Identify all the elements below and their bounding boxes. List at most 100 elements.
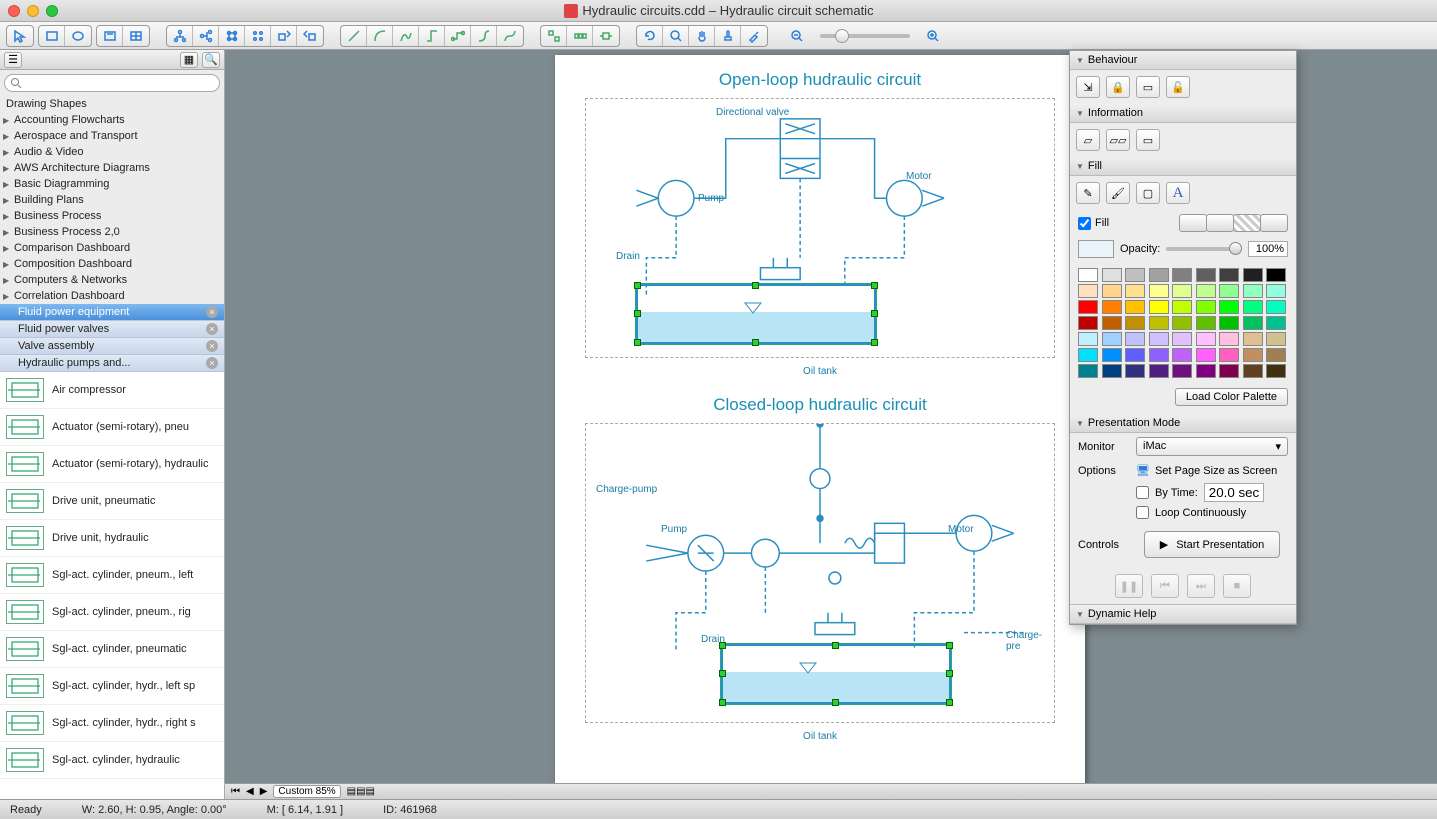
color-swatch[interactable]: [1125, 316, 1145, 330]
color-swatch[interactable]: [1196, 268, 1216, 282]
rect-tool[interactable]: [39, 26, 65, 46]
close-window-button[interactable]: [8, 5, 20, 17]
color-swatch[interactable]: [1243, 316, 1263, 330]
distribute-tool[interactable]: [567, 26, 593, 46]
text-tool[interactable]: [97, 26, 123, 46]
connector-tool[interactable]: [419, 26, 445, 46]
close-icon[interactable]: ×: [206, 340, 218, 352]
prev-slide-button[interactable]: ⏮: [1151, 574, 1179, 598]
information-section-header[interactable]: Information: [1070, 104, 1296, 123]
shape-item[interactable]: Drive unit, hydraulic: [0, 520, 224, 557]
color-swatch[interactable]: [1243, 284, 1263, 298]
round-connector-tool[interactable]: [471, 26, 497, 46]
color-swatch[interactable]: [1125, 348, 1145, 362]
color-swatch[interactable]: [1102, 316, 1122, 330]
color-swatch[interactable]: [1149, 316, 1169, 330]
pointer-tool[interactable]: [7, 26, 33, 46]
color-swatch[interactable]: [1196, 316, 1216, 330]
nav-first-icon[interactable]: ⏮: [231, 786, 240, 797]
nav-prev-icon[interactable]: ◀: [246, 786, 254, 797]
color-swatch[interactable]: [1243, 300, 1263, 314]
bezier-tool[interactable]: [497, 26, 523, 46]
pan-tool[interactable]: [689, 26, 715, 46]
monitor-select[interactable]: iMac▾: [1136, 437, 1288, 456]
shape-item[interactable]: Actuator (semi-rotary), hydraulic: [0, 446, 224, 483]
shape-item[interactable]: Sgl-act. cylinder, pneumatic: [0, 631, 224, 668]
info-page-icon[interactable]: ▱: [1076, 129, 1100, 151]
sublibrary-item[interactable]: Fluid power equipment×: [0, 304, 224, 321]
export-tool[interactable]: [297, 26, 323, 46]
color-swatch[interactable]: [1243, 348, 1263, 362]
dynamic-help-header[interactable]: Dynamic Help: [1070, 604, 1296, 624]
shadow-icon[interactable]: ▢: [1136, 182, 1160, 204]
color-swatch[interactable]: [1243, 332, 1263, 346]
color-swatch[interactable]: [1078, 332, 1098, 346]
lock-icon[interactable]: 🔒: [1106, 76, 1130, 98]
smart-connector-tool[interactable]: [445, 26, 471, 46]
spline-tool[interactable]: [393, 26, 419, 46]
arc-tool[interactable]: [367, 26, 393, 46]
tree-down-tool[interactable]: [167, 26, 193, 46]
color-swatch[interactable]: [1149, 300, 1169, 314]
library-item[interactable]: Building Plans: [0, 192, 224, 208]
insert-tool[interactable]: [271, 26, 297, 46]
color-swatch[interactable]: [1266, 284, 1286, 298]
sublibrary-item[interactable]: Hydraulic pumps and...×: [0, 355, 224, 372]
color-swatch[interactable]: [1219, 284, 1239, 298]
color-swatch[interactable]: [1149, 268, 1169, 282]
tree-view-icon[interactable]: ☰: [4, 52, 22, 68]
shape-item[interactable]: Sgl-act. cylinder, hydraulic: [0, 742, 224, 779]
stop-button[interactable]: ■: [1223, 574, 1251, 598]
grid-view-icon[interactable]: ▦: [180, 52, 198, 68]
color-swatch[interactable]: [1125, 284, 1145, 298]
color-swatch[interactable]: [1266, 316, 1286, 330]
library-item[interactable]: Comparison Dashboard: [0, 240, 224, 256]
refresh-tool[interactable]: [637, 26, 663, 46]
minimize-window-button[interactable]: [27, 5, 39, 17]
zoom-slider[interactable]: [820, 34, 910, 38]
library-item[interactable]: AWS Architecture Diagrams: [0, 160, 224, 176]
color-swatch[interactable]: [1149, 284, 1169, 298]
color-swatch[interactable]: [1125, 268, 1145, 282]
shape-item[interactable]: Actuator (semi-rotary), pneu: [0, 409, 224, 446]
zoom-out-button[interactable]: [784, 26, 810, 46]
color-swatch[interactable]: [1266, 348, 1286, 362]
library-item[interactable]: Basic Diagramming: [0, 176, 224, 192]
color-swatch[interactable]: [1172, 364, 1192, 378]
color-swatch[interactable]: [1196, 332, 1216, 346]
shape-item[interactable]: Drive unit, pneumatic: [0, 483, 224, 520]
zoom-window-button[interactable]: [46, 5, 58, 17]
close-icon[interactable]: ×: [206, 306, 218, 318]
color-swatch[interactable]: [1266, 268, 1286, 282]
loop-checkbox[interactable]: [1136, 506, 1149, 519]
library-search-input[interactable]: [4, 74, 220, 92]
library-item[interactable]: Accounting Flowcharts: [0, 112, 224, 128]
page-tabs-icon[interactable]: ▤▤▤: [347, 786, 375, 797]
zoom-tool[interactable]: [663, 26, 689, 46]
color-swatch[interactable]: [1243, 364, 1263, 378]
color-swatch[interactable]: [1196, 300, 1216, 314]
ellipse-tool[interactable]: [65, 26, 91, 46]
close-icon[interactable]: ×: [206, 323, 218, 335]
zoom-select[interactable]: Custom 85%: [273, 785, 340, 798]
color-swatch[interactable]: [1172, 268, 1192, 282]
close-icon[interactable]: ×: [206, 357, 218, 369]
library-item[interactable]: Business Process: [0, 208, 224, 224]
info-stack-icon[interactable]: ▭: [1136, 129, 1160, 151]
color-swatch[interactable]: [1078, 284, 1098, 298]
behaviour-section-header[interactable]: Behaviour: [1070, 51, 1296, 70]
color-swatch[interactable]: [1219, 332, 1239, 346]
drawing-page[interactable]: Open-loop hudraulic circuit: [555, 55, 1085, 783]
color-swatch[interactable]: [1219, 268, 1239, 282]
fill-solid-button[interactable]: [1179, 214, 1207, 232]
nav-next-icon[interactable]: ▶: [260, 786, 268, 797]
fill-checkbox[interactable]: Fill: [1078, 217, 1109, 230]
library-item[interactable]: Business Process 2,0: [0, 224, 224, 240]
color-swatch[interactable]: [1266, 364, 1286, 378]
library-item[interactable]: Computers & Networks: [0, 272, 224, 288]
color-swatch[interactable]: [1102, 332, 1122, 346]
shape-item[interactable]: Sgl-act. cylinder, pneum., rig: [0, 594, 224, 631]
color-swatch[interactable]: [1078, 348, 1098, 362]
color-swatch[interactable]: [1125, 332, 1145, 346]
table-tool[interactable]: [123, 26, 149, 46]
